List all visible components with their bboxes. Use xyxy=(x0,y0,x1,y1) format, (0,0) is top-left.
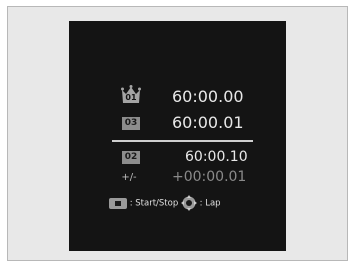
start-stop-label: : Start/Stop xyxy=(129,198,179,209)
controls-legend: : Start/Stop : Lap xyxy=(109,195,221,211)
current-lap-time: 60:00.01 xyxy=(172,113,244,132)
best-lap-badge: 01 xyxy=(125,93,137,102)
page: 01 60:00.00 03 60:00.01 02 60:00.10 +/- … xyxy=(0,0,355,267)
lap-label: : Lap xyxy=(199,198,221,209)
selector-dial-icon xyxy=(180,195,197,211)
previous-lap-time: 60:00.10 xyxy=(185,149,248,165)
divider xyxy=(112,140,253,142)
difference-label: +/- xyxy=(121,172,137,183)
button-icon xyxy=(109,197,127,209)
difference-time: +00:00.01 xyxy=(172,169,247,185)
current-lap-badge: 03 xyxy=(122,117,140,130)
crown-icon: 01 xyxy=(121,85,141,104)
previous-lap-badge: 02 xyxy=(122,151,140,164)
best-lap-time: 60:00.00 xyxy=(172,87,244,106)
stopwatch-screen: 01 60:00.00 03 60:00.01 02 60:00.10 +/- … xyxy=(69,21,286,251)
